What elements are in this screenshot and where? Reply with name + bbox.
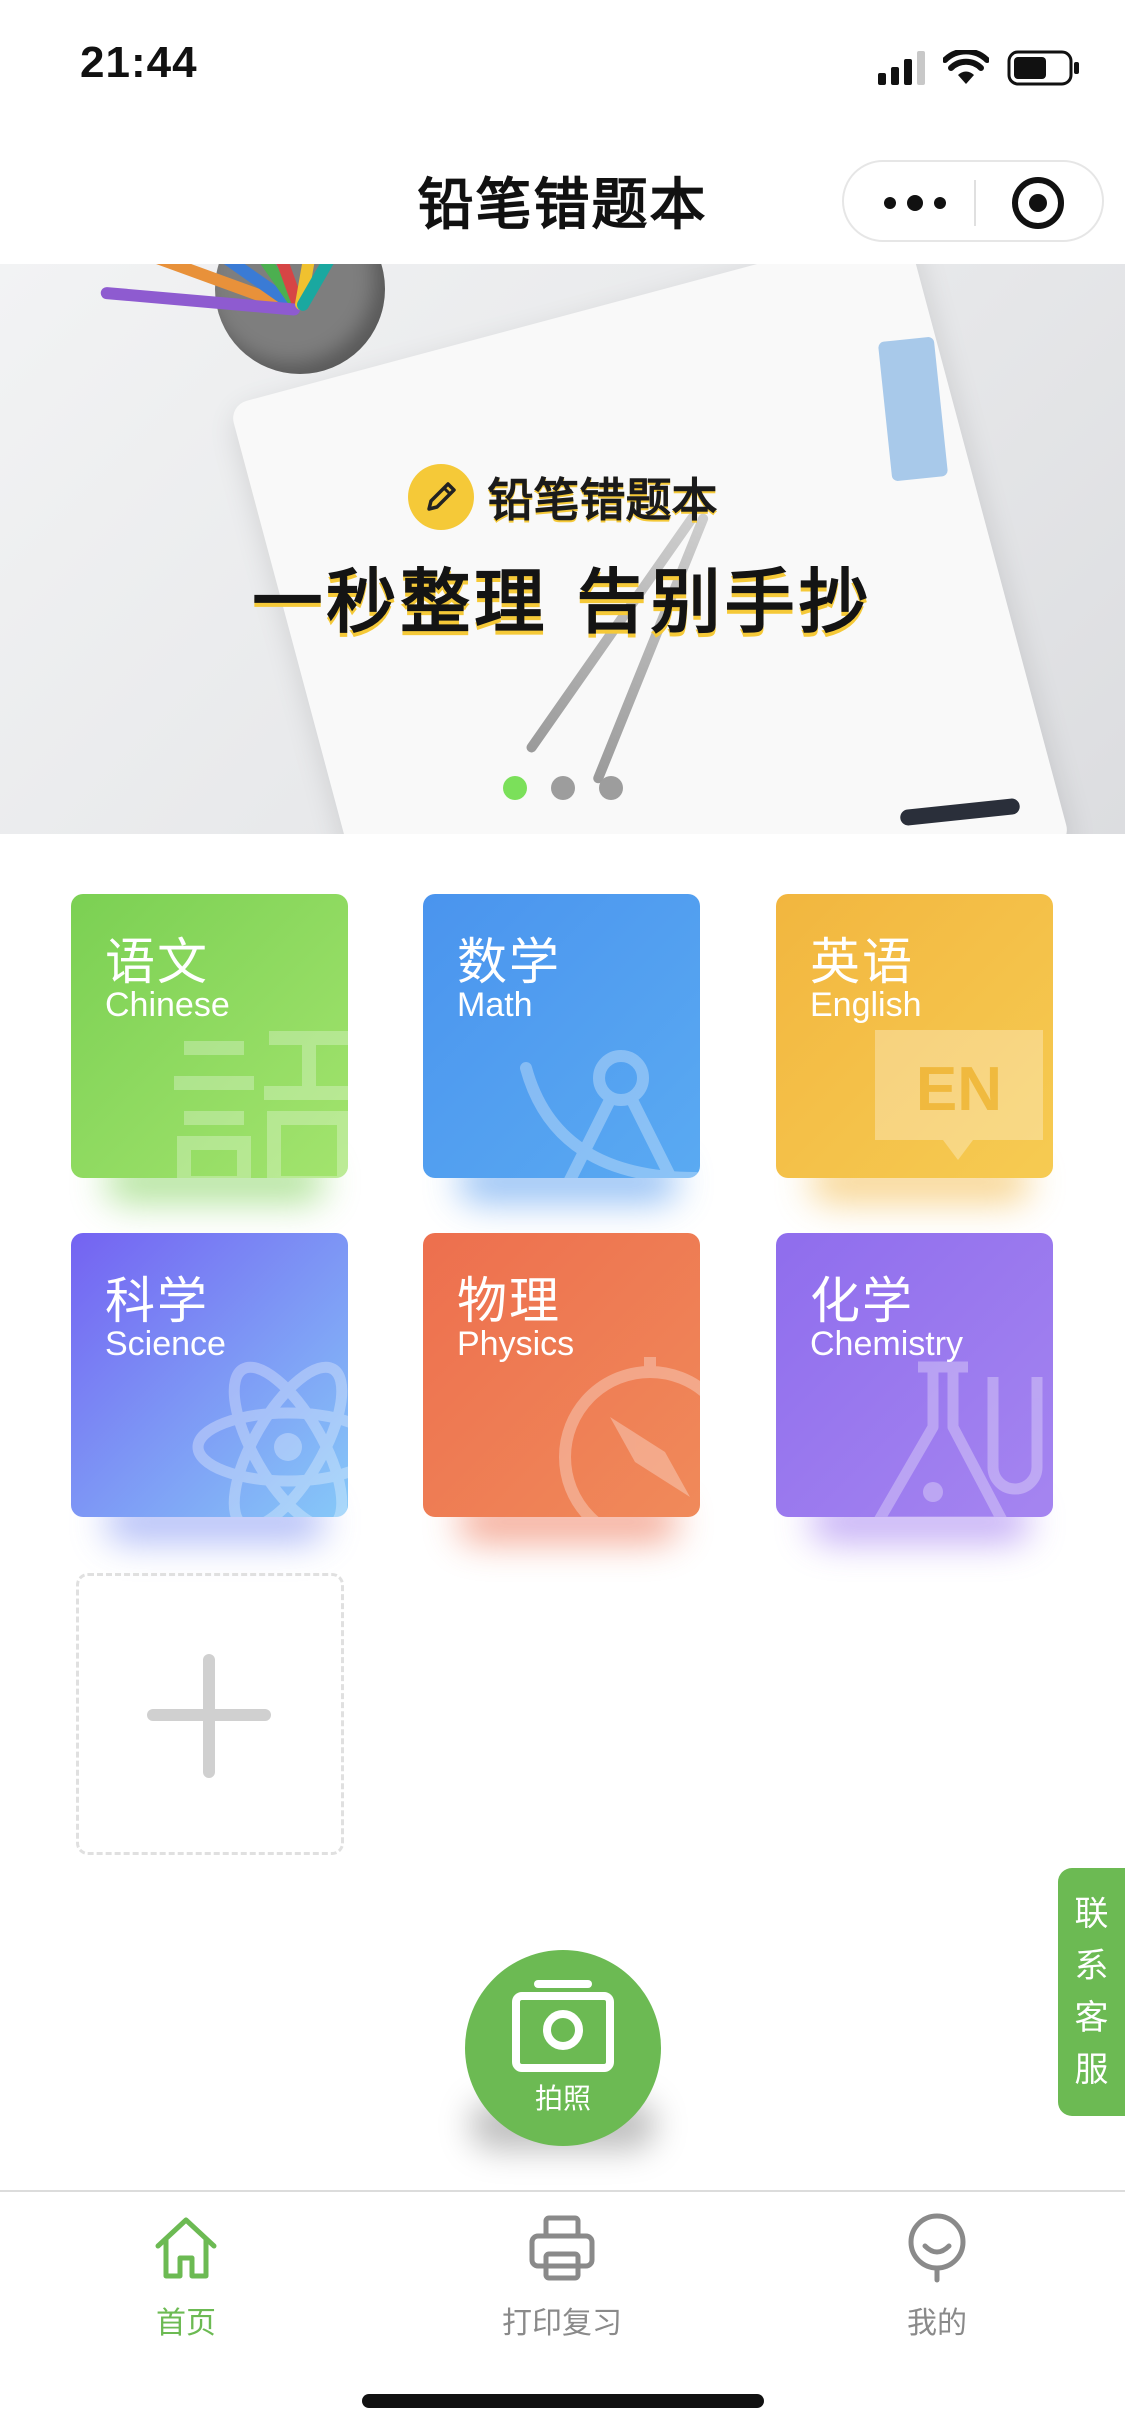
subject-card-chemistry[interactable]: 化学 Chemistry: [776, 1233, 1053, 1517]
subject-card-science[interactable]: 科学 Science: [71, 1233, 348, 1517]
camera-icon: [512, 1980, 614, 2072]
banner-carousel[interactable]: 铅笔错题本 一秒整理 告别手抄: [0, 264, 1125, 834]
subject-name-cn: 语文: [105, 933, 209, 991]
cellular-signal-icon: [878, 51, 925, 85]
subject-card-physics[interactable]: 物理 Physics: [423, 1233, 700, 1517]
more-dots-icon[interactable]: [884, 188, 946, 218]
close-target-icon[interactable]: [1012, 177, 1064, 229]
status-icons: [878, 50, 1081, 86]
subject-name-cn: 数学: [457, 933, 561, 991]
status-time: 21:44: [80, 38, 198, 87]
banner-brand: 铅笔错题本: [0, 464, 1125, 530]
tab-home[interactable]: 首页: [86, 2206, 286, 2346]
camera-button-label: 拍照: [534, 2082, 591, 2115]
carousel-dot-1[interactable]: [502, 776, 527, 800]
home-indicator: [362, 2394, 764, 2408]
subject-name-cn: 英语: [810, 933, 914, 991]
camera-button[interactable]: 拍照: [465, 1950, 661, 2146]
subject-card-chinese[interactable]: 语文 Chinese: [71, 894, 348, 1178]
flask-icon: [874, 1361, 1043, 1517]
subject-card-math[interactable]: 数学 Math: [423, 894, 700, 1178]
nav-bar: 铅笔错题本: [0, 132, 1125, 264]
subject-name-cn: 科学: [105, 1272, 209, 1330]
subject-card-english[interactable]: 英语 English EN: [776, 894, 1053, 1178]
tab-print-review[interactable]: 打印复习: [462, 2206, 662, 2346]
wifi-icon: [943, 50, 989, 84]
svg-text:EN: EN: [916, 1055, 1002, 1124]
chinese-character-icon: [174, 1031, 348, 1178]
capsule-divider: [974, 180, 976, 226]
contact-label-char: 客: [1074, 1998, 1109, 2038]
home-icon: [155, 2217, 217, 2279]
contact-label-char: 联: [1074, 1894, 1109, 1934]
banner-brand-name: 铅笔错题本: [487, 473, 718, 527]
tab-label: 首页: [156, 2306, 216, 2341]
pencil-icon: [407, 464, 474, 530]
carousel-dot-3[interactable]: [598, 776, 623, 800]
compass-tool-icon: [520, 1050, 700, 1178]
carousel-dot-2[interactable]: [550, 776, 575, 800]
en-speech-bubble-icon: EN: [875, 1030, 1043, 1160]
contact-label-char: 服: [1074, 2050, 1109, 2090]
printer-icon: [529, 2215, 595, 2281]
carousel-indicator: [0, 776, 1125, 800]
contact-service-button[interactable]: 联 系 客 服: [1058, 1868, 1125, 2116]
profile-icon: [908, 2213, 966, 2283]
banner-slogan: 一秒整理 告别手抄: [252, 561, 873, 643]
atom-icon: [192, 1361, 348, 1517]
status-bar: 21:44: [0, 0, 1125, 132]
battery-icon: [1007, 50, 1079, 86]
tab-label: 我的: [907, 2306, 967, 2341]
tab-label: 打印复习: [502, 2306, 622, 2341]
subject-name-cn: 化学: [810, 1272, 914, 1330]
subject-name-cn: 物理: [457, 1272, 561, 1330]
add-subject-button[interactable]: [76, 1573, 344, 1855]
mini-program-capsule: [842, 160, 1104, 242]
subject-name-en: Math: [457, 986, 533, 1024]
tab-mine[interactable]: 我的: [837, 2206, 1037, 2346]
navigation-compass-icon: [559, 1357, 700, 1517]
contact-label-char: 系: [1074, 1946, 1109, 1986]
